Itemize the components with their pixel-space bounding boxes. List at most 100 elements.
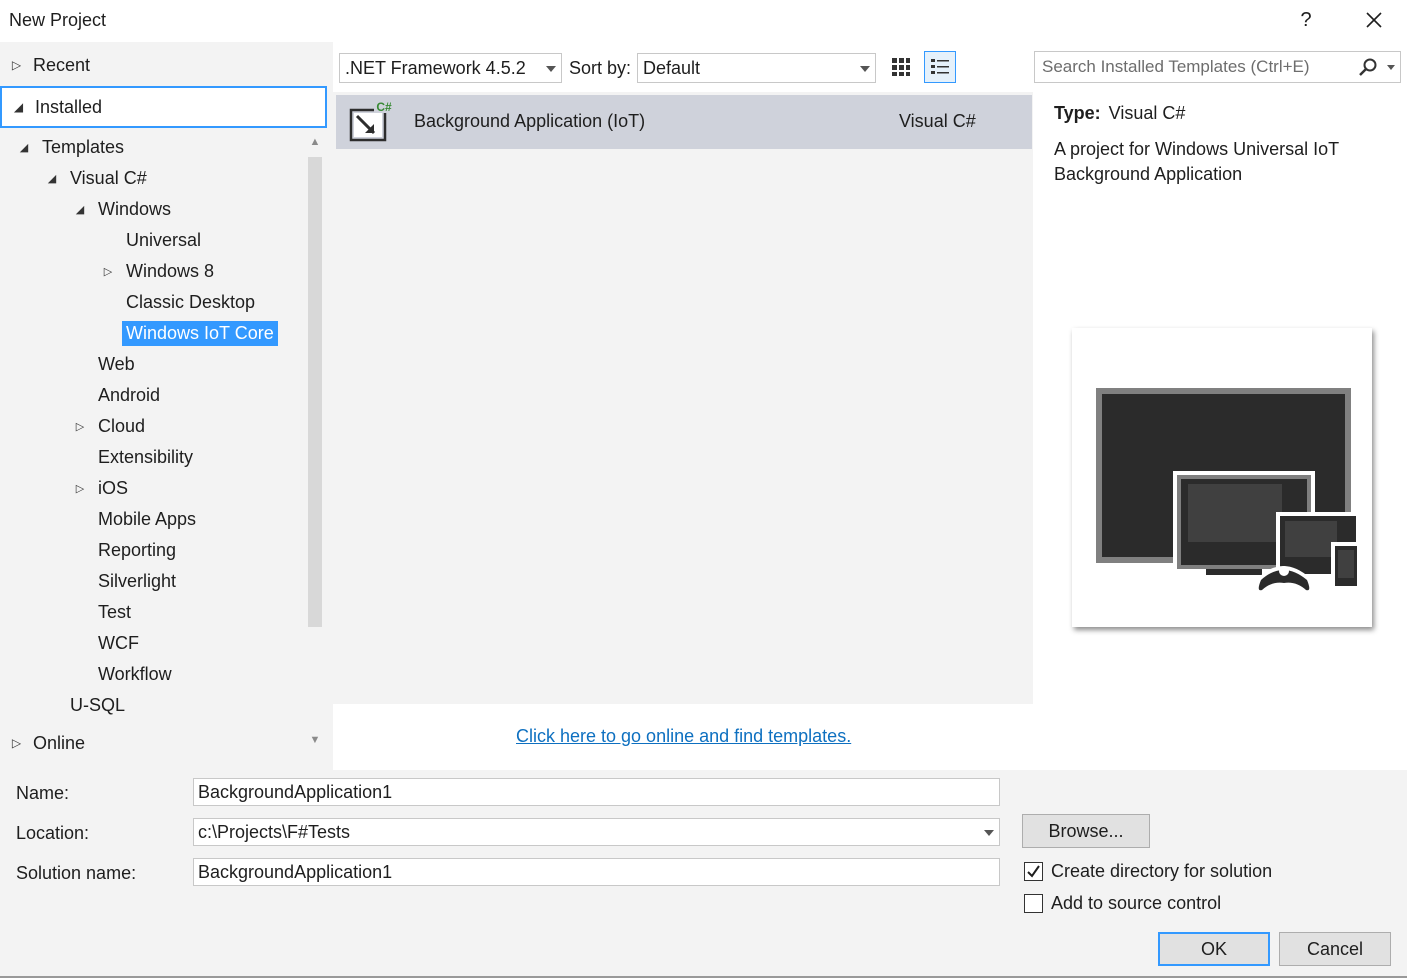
small-icons-view-button[interactable] — [885, 51, 917, 83]
tree-item[interactable]: Test — [66, 597, 135, 628]
framework-value: .NET Framework 4.5.2 — [345, 57, 526, 78]
template-language: Visual C# — [899, 111, 976, 131]
tree-item-label: Test — [98, 602, 132, 622]
template-preview-image — [1072, 328, 1372, 627]
collapse-icon[interactable]: ◢ — [66, 203, 94, 216]
chevron-down-icon[interactable] — [984, 830, 994, 836]
tree-item[interactable]: ◢ Visual C# — [38, 163, 151, 194]
cancel-button[interactable]: Cancel — [1279, 932, 1391, 966]
tree-item[interactable]: WCF — [66, 628, 143, 659]
search-box[interactable] — [1034, 51, 1401, 83]
tree-item[interactable]: Extensibility — [66, 442, 197, 473]
iot-background-app-icon: C# — [349, 100, 394, 142]
collapse-icon: ◢ — [13, 100, 24, 114]
collapse-icon[interactable]: ◢ — [38, 172, 66, 185]
close-icon — [1366, 12, 1382, 28]
expand-icon: ▷ — [11, 736, 22, 750]
tree-item-label: Workflow — [98, 664, 172, 684]
solution-name-label: Solution name: — [16, 863, 137, 883]
source-control-label[interactable]: Add to source control — [1051, 893, 1221, 914]
tree-item[interactable]: Workflow — [66, 659, 176, 690]
tree-item[interactable]: Classic Desktop — [94, 287, 259, 318]
tree-item[interactable]: Mobile Apps — [66, 504, 200, 535]
type-label: Type: — [1054, 103, 1101, 123]
tree-item[interactable]: Web — [66, 349, 139, 380]
help-button[interactable]: ? — [1294, 6, 1318, 34]
expand-icon[interactable]: ▷ — [94, 265, 122, 278]
tree-item[interactable]: ◢ Windows — [66, 194, 175, 225]
location-label: Location: — [16, 823, 90, 843]
expand-icon[interactable]: ▷ — [66, 420, 94, 433]
tree-item-label: Mobile Apps — [98, 509, 197, 529]
devices-icon — [1096, 388, 1361, 595]
type-value: Visual C# — [1108, 103, 1186, 123]
sort-value: Default — [643, 57, 701, 78]
tree-item-label: Android — [98, 385, 161, 405]
list-view-button[interactable] — [924, 51, 956, 83]
scroll-thumb[interactable] — [308, 157, 322, 627]
browse-button[interactable]: Browse... — [1022, 814, 1150, 848]
category-installed[interactable]: ◢ Installed — [0, 86, 327, 128]
csharp-badge: C# — [376, 100, 392, 114]
category-online[interactable]: ▷ Online — [0, 722, 327, 764]
tree-item-label: Windows 8 — [126, 261, 215, 281]
expand-icon: ▷ — [11, 58, 22, 72]
template-item[interactable]: C# Background Application (IoT) Visual C… — [336, 95, 1032, 149]
template-tree: ◢ Templates ◢ Visual C# ◢ Windows Universal ▷ Wi… — [0, 132, 303, 750]
tree-item[interactable]: ▷ iOS — [66, 473, 132, 504]
window-title: New Project — [9, 10, 107, 30]
tree-item[interactable]: ◢ Templates — [10, 132, 128, 163]
list-view-icon — [931, 59, 949, 74]
tree-item[interactable]: Universal — [94, 225, 205, 256]
tree-scrollbar[interactable]: ▲ ▼ — [303, 132, 327, 750]
chevron-down-icon — [546, 66, 556, 72]
tree-item[interactable]: U-SQL — [38, 690, 129, 721]
tree-item[interactable]: ▷ Windows 8 — [94, 256, 218, 287]
category-recent[interactable]: ▷ Recent — [0, 44, 327, 86]
tree-item-label: Templates — [42, 137, 125, 157]
tree-item[interactable]: ▷ Cloud — [66, 411, 149, 442]
tree-item-label: iOS — [98, 478, 129, 498]
search-input[interactable] — [1035, 52, 1345, 82]
location-field[interactable] — [193, 818, 1000, 846]
sort-dropdown[interactable]: Default — [637, 53, 876, 83]
template-name: Background Application (IoT) — [414, 111, 646, 131]
tree-item-label: Universal — [126, 230, 202, 250]
name-label: Name: — [16, 783, 70, 803]
create-directory-label[interactable]: Create directory for solution — [1051, 861, 1272, 882]
description-text: A project for Windows Universal IoT Back… — [1054, 139, 1339, 184]
sort-label: Sort by: — [569, 58, 632, 78]
create-directory-checkbox[interactable] — [1024, 862, 1043, 881]
source-control-checkbox[interactable] — [1024, 894, 1043, 913]
search-options-icon[interactable] — [1387, 65, 1395, 70]
framework-dropdown[interactable]: .NET Framework 4.5.2 — [339, 53, 562, 83]
collapse-icon[interactable]: ◢ — [10, 141, 38, 154]
chevron-down-icon — [860, 66, 870, 72]
tree-item-label: U-SQL — [70, 695, 126, 715]
category-recent-label: Recent — [33, 54, 91, 75]
tree-item[interactable]: Silverlight — [66, 566, 180, 597]
template-description: Type: Visual C# A project for Windows Uni… — [1054, 103, 1394, 187]
tree-item[interactable]: Windows IoT Core — [94, 318, 278, 349]
project-form: Name: Location: Solution name: Browse...… — [0, 770, 1407, 976]
title-bar: New Project ? — [0, 0, 1407, 42]
tree-item-label: Windows — [98, 199, 172, 219]
solution-name-field[interactable] — [193, 858, 1000, 886]
close-button[interactable] — [1360, 6, 1388, 34]
tree-item[interactable]: Reporting — [66, 535, 180, 566]
ok-button[interactable]: OK — [1158, 932, 1270, 966]
grid-view-icon — [892, 58, 910, 76]
search-icon[interactable] — [1358, 57, 1378, 77]
tree-item-label: Visual C# — [70, 168, 147, 188]
tree-item-label: Web — [98, 354, 135, 374]
tree-item-label: WCF — [98, 633, 139, 653]
name-field[interactable] — [193, 778, 1000, 806]
tree-item[interactable]: Android — [66, 380, 164, 411]
tree-item-label: Silverlight — [98, 571, 177, 591]
online-templates-link[interactable]: Click here to go online and find templat… — [516, 726, 851, 747]
scroll-up-icon[interactable]: ▲ — [303, 132, 327, 152]
expand-icon[interactable]: ▷ — [66, 482, 94, 495]
checkmark-icon — [1027, 865, 1040, 878]
category-online-label: Online — [33, 732, 86, 753]
tree-item-label: Classic Desktop — [126, 292, 256, 312]
